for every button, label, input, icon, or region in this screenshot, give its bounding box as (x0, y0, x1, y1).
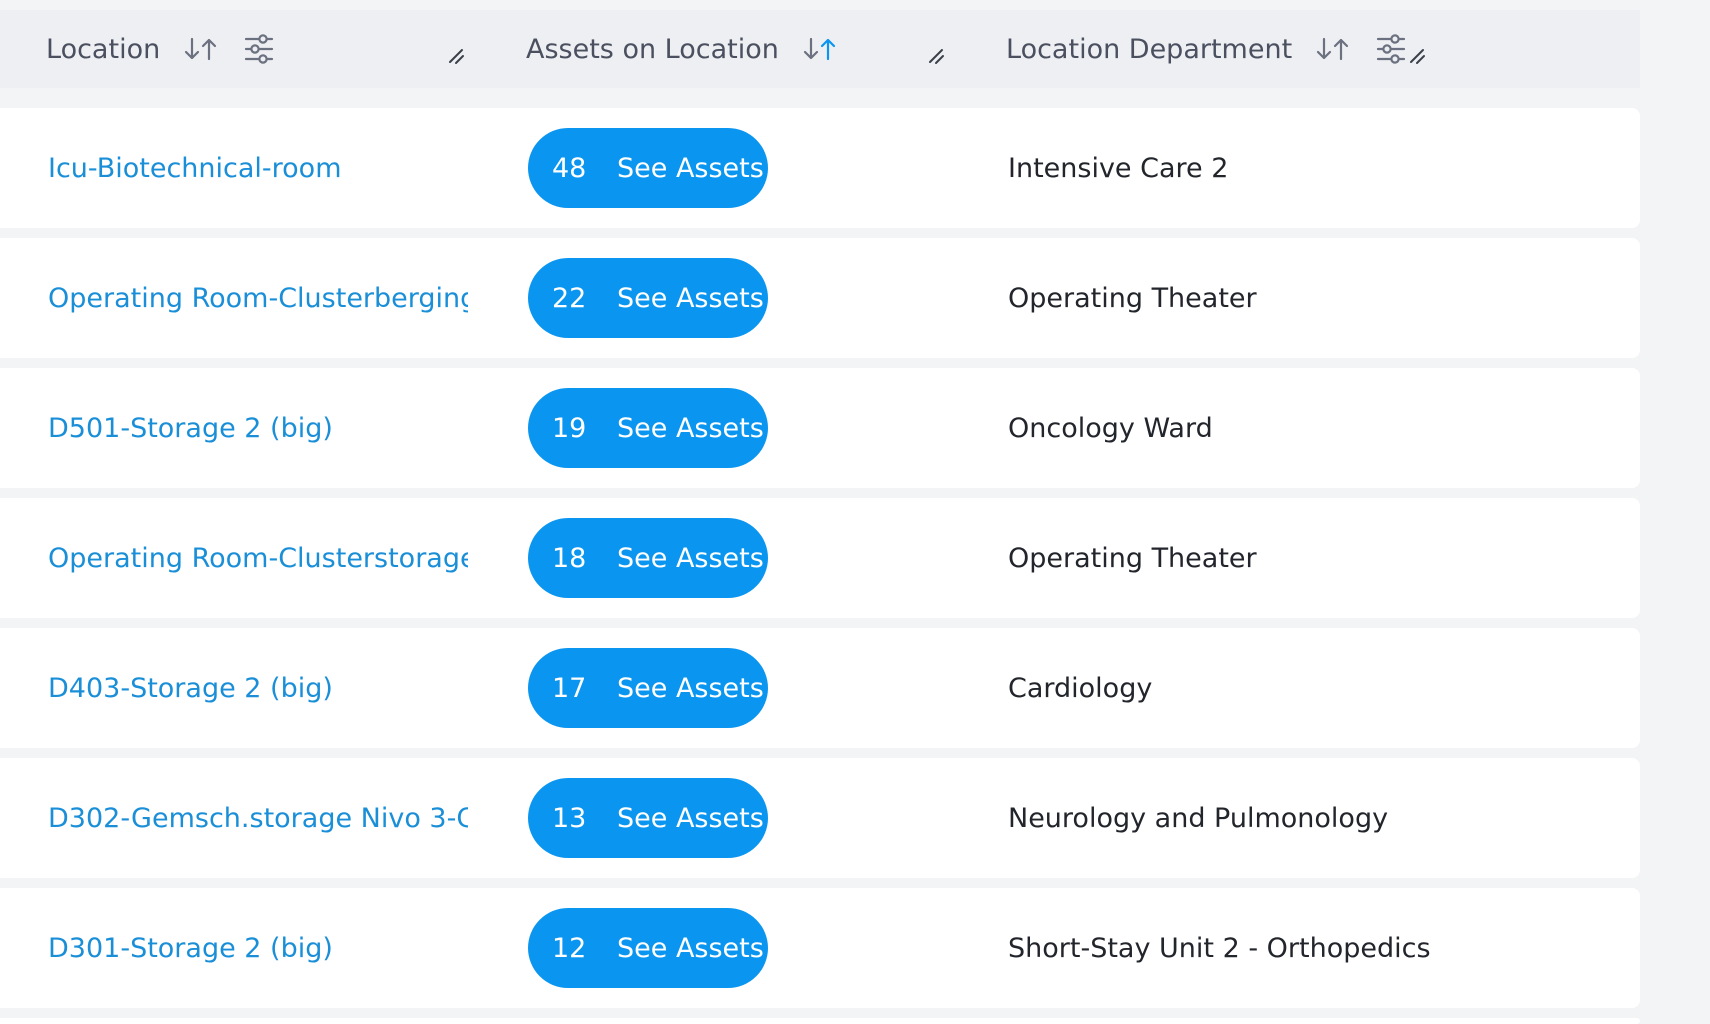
table-row: Icu-Biotechnical-room 48 See Assets Inte… (0, 108, 1640, 228)
see-assets-button[interactable]: 22 See Assets (528, 258, 768, 338)
see-assets-button[interactable]: 12 See Assets (528, 908, 768, 988)
department-cell: Cardiology (1008, 672, 1153, 704)
table-row-partial (0, 1018, 1640, 1024)
department-cell: Short-Stay Unit 2 - Orthopedics (1008, 932, 1431, 964)
table-header: Location Assets on Location Location Dep… (0, 10, 1640, 88)
table-row: D501-Storage 2 (big) 19 See Assets Oncol… (0, 368, 1640, 488)
column-title-assets: Assets on Location (526, 33, 779, 65)
department-cell: Intensive Care 2 (1008, 152, 1229, 184)
see-assets-label: See Assets (617, 152, 764, 184)
location-link[interactable]: Operating Room-Clusterberging 3 (48, 238, 468, 358)
location-link[interactable]: D301-Storage 2 (big) (48, 888, 333, 1008)
asset-count: 18 (552, 542, 587, 574)
department-cell: Neurology and Pulmonology (1008, 802, 1389, 834)
asset-count: 22 (552, 282, 587, 314)
location-link[interactable]: D403-Storage 2 (big) (48, 628, 333, 748)
sort-active-icon[interactable] (801, 35, 839, 63)
location-link[interactable]: D501-Storage 2 (big) (48, 368, 333, 488)
see-assets-button[interactable]: 19 See Assets (528, 388, 768, 468)
column-header-assets[interactable]: Assets on Location (526, 10, 839, 88)
sort-icon[interactable] (1314, 35, 1352, 63)
table-row: D302-Gemsch.storage Nivo 3-C... 13 See A… (0, 758, 1640, 878)
asset-count: 19 (552, 412, 587, 444)
table-row: D403-Storage 2 (big) 17 See Assets Cardi… (0, 628, 1640, 748)
department-cell: Operating Theater (1008, 282, 1257, 314)
page-gutter (1640, 0, 1710, 1024)
see-assets-label: See Assets (617, 282, 764, 314)
see-assets-label: See Assets (617, 412, 764, 444)
asset-count: 13 (552, 802, 587, 834)
see-assets-button[interactable]: 18 See Assets (528, 518, 768, 598)
department-cell: Oncology Ward (1008, 412, 1213, 444)
location-link[interactable]: D302-Gemsch.storage Nivo 3-C... (48, 758, 468, 878)
see-assets-label: See Assets (617, 932, 764, 964)
column-title-location: Location (46, 33, 161, 65)
table-row: Operating Room-Clusterberging 3 22 See A… (0, 238, 1640, 358)
table-row: Operating Room-Clusterstorage 4 18 See A… (0, 498, 1640, 618)
asset-count: 17 (552, 672, 587, 704)
sort-icon[interactable] (182, 35, 220, 63)
column-header-department[interactable]: Location Department (1006, 10, 1406, 88)
see-assets-label: See Assets (617, 542, 764, 574)
column-title-department: Location Department (1006, 33, 1293, 65)
filter-icon[interactable] (244, 33, 274, 65)
location-link[interactable]: Icu-Biotechnical-room (48, 108, 342, 228)
column-resize-icon[interactable] (1409, 48, 1427, 66)
asset-count: 12 (552, 932, 587, 964)
column-resize-icon[interactable] (448, 48, 466, 66)
see-assets-label: See Assets (617, 802, 764, 834)
column-header-location[interactable]: Location (46, 10, 274, 88)
see-assets-button[interactable]: 17 See Assets (528, 648, 768, 728)
see-assets-button[interactable]: 48 See Assets (528, 128, 768, 208)
department-cell: Operating Theater (1008, 542, 1257, 574)
asset-count: 48 (552, 152, 587, 184)
table-row: D301-Storage 2 (big) 12 See Assets Short… (0, 888, 1640, 1008)
column-resize-icon[interactable] (928, 48, 946, 66)
filter-icon[interactable] (1376, 33, 1406, 65)
location-link[interactable]: Operating Room-Clusterstorage 4 (48, 498, 468, 618)
see-assets-label: See Assets (617, 672, 764, 704)
see-assets-button[interactable]: 13 See Assets (528, 778, 768, 858)
